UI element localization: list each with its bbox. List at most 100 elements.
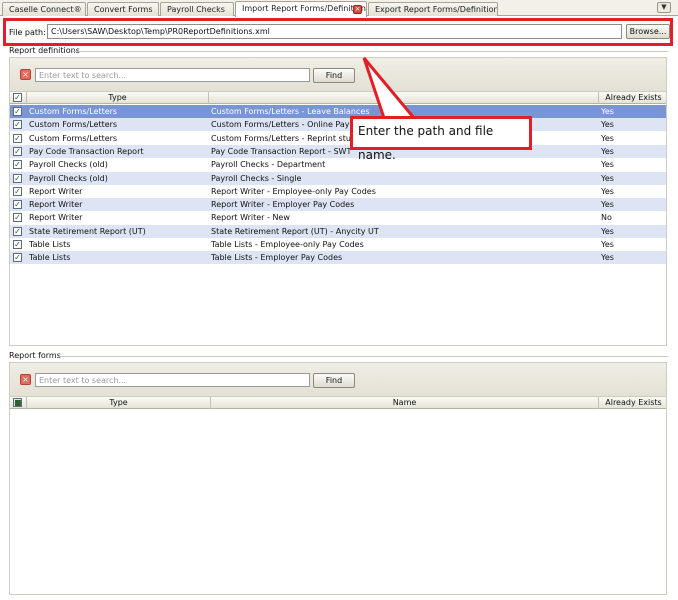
checkbox-icon[interactable]: ✓ [13, 253, 22, 263]
table-row[interactable]: ✓ Table Lists Table Lists - Employee-only … [10, 238, 666, 251]
table-row[interactable]: ✓ Custom Forms/Letters Custom Forms/Letter… [10, 132, 666, 145]
table-row[interactable]: ✓ Payroll Checks (old) Payroll Checks - Si… [10, 171, 666, 185]
tab-caselle-connect[interactable]: Caselle Connect® [2, 2, 86, 16]
checkbox-icon[interactable]: ✓ [13, 133, 22, 143]
column-header-already-exists[interactable]: Already Exists [599, 397, 668, 409]
report-forms-panel: × Find ■ Type Name Already Exists [9, 362, 667, 595]
type-cell: Payroll Checks (old) [29, 160, 108, 170]
group-divider [58, 356, 668, 357]
column-header-name[interactable]: Name [211, 397, 599, 409]
tab-export-report-forms[interactable]: Export Report Forms/Definitions [368, 2, 498, 16]
tab-convert-forms[interactable]: Convert Forms [87, 2, 159, 16]
checkbox-icon[interactable]: ■ [13, 398, 22, 407]
report-definitions-grid: ✓ Type Already Exists ✓ Custom Forms/Lett… [10, 92, 666, 345]
name-cell: Report Writer - Employee-only Pay Codes [211, 186, 376, 196]
checkbox-icon[interactable]: ✓ [13, 186, 22, 196]
clear-icon[interactable]: × [20, 374, 31, 385]
already-exists-cell: Yes [601, 226, 614, 236]
type-cell: Custom Forms/Letters [29, 120, 118, 130]
type-cell: Payroll Checks (old) [29, 173, 108, 183]
table-row[interactable]: ✓ Pay Code Transaction Report Pay Code Tra… [10, 144, 666, 158]
already-exists-cell: Yes [601, 133, 614, 143]
checkbox-icon[interactable]: ✓ [13, 146, 22, 156]
name-cell: Table Lists - Employee-only Pay Codes [211, 240, 364, 249]
clear-icon[interactable]: × [20, 69, 31, 80]
checkbox-icon[interactable]: ✓ [13, 107, 22, 116]
browse-button[interactable]: Browse... [626, 24, 670, 39]
type-cell: Custom Forms/Letters [29, 133, 118, 143]
checkbox-icon[interactable]: ✓ [13, 160, 22, 170]
already-exists-cell: Yes [601, 120, 614, 130]
search-bar: × Find [10, 363, 666, 397]
checkbox-icon[interactable]: ✓ [13, 226, 22, 236]
already-exists-cell: Yes [601, 173, 614, 183]
checkbox-icon[interactable]: ✓ [13, 173, 22, 183]
tab-label: Convert Forms [94, 5, 153, 14]
search-bar: × Find [10, 58, 666, 92]
chevron-down-icon[interactable]: ▼ [657, 2, 671, 13]
type-cell: Pay Code Transaction Report [29, 146, 144, 156]
file-path-row: File path: Browse... [4, 19, 672, 45]
name-cell: State Retirement Report (UT) - Anycity U… [211, 226, 379, 236]
group-divider [72, 51, 668, 52]
table-row[interactable]: ✓ Payroll Checks (old) Payroll Checks - De… [10, 158, 666, 171]
column-header-already-exists[interactable]: Already Exists [599, 92, 668, 104]
close-icon[interactable]: × [353, 5, 362, 14]
report-definitions-panel: × Find ✓ Type Already Exists ✓ Custom For… [9, 57, 667, 346]
name-cell: Payroll Checks - Department [211, 160, 326, 170]
tab-payroll-checks[interactable]: Payroll Checks [160, 2, 234, 16]
table-row[interactable]: ✓ Custom Forms/Letters Custom Forms/Letter… [10, 105, 666, 118]
table-row[interactable]: ✓ Report Writer Report Writer - Employee-o… [10, 185, 666, 198]
checkbox-icon[interactable]: ✓ [13, 93, 22, 102]
table-row[interactable]: ✓ Table Lists Table Lists - Employer Pay C… [10, 251, 666, 265]
already-exists-cell: Yes [601, 240, 614, 249]
column-header-type[interactable]: Type [27, 92, 209, 104]
grid-header: ■ Type Name Already Exists [10, 397, 666, 409]
checkbox-icon[interactable]: ✓ [13, 213, 22, 223]
name-cell: Table Lists - Employer Pay Codes [211, 253, 343, 263]
grid-header: ✓ Type Already Exists [10, 92, 666, 104]
table-row[interactable]: ✓ State Retirement Report (UT) State Retir… [10, 224, 666, 238]
tab-bar: Caselle Connect® Convert Forms Payroll C… [0, 0, 678, 17]
column-header-type[interactable]: Type [27, 397, 211, 409]
table-row[interactable]: ✓ Report Writer Report Writer - Employer P… [10, 198, 666, 212]
search-input[interactable] [35, 68, 310, 82]
already-exists-cell: Yes [601, 160, 614, 170]
table-row[interactable]: ✓ Custom Forms/Letters Custom Forms/Letter… [10, 118, 666, 132]
tab-label: Import Report Forms/Definitions [242, 4, 367, 13]
search-input[interactable] [35, 373, 310, 387]
name-cell: Report Writer - New [211, 213, 290, 223]
type-cell: Report Writer [29, 186, 83, 196]
already-exists-cell: Yes [601, 146, 614, 156]
find-button[interactable]: Find [313, 68, 355, 83]
type-cell: Custom Forms/Letters [29, 107, 118, 116]
name-cell: Payroll Checks - Single [211, 173, 302, 183]
tab-label: Caselle Connect® [9, 5, 82, 14]
name-cell: Report Writer - Employer Pay Codes [211, 200, 355, 210]
already-exists-cell: No [601, 213, 612, 223]
checkbox-icon[interactable]: ✓ [13, 200, 22, 210]
tab-label: Payroll Checks [167, 5, 225, 14]
type-cell: Report Writer [29, 213, 83, 223]
type-cell: Table Lists [29, 240, 71, 249]
already-exists-cell: Yes [601, 253, 614, 263]
already-exists-cell: Yes [601, 186, 614, 196]
find-button[interactable]: Find [313, 373, 355, 388]
header-checkbox-cell: ■ [10, 397, 27, 409]
already-exists-cell: Yes [601, 107, 614, 116]
callout-annotation: Enter the path and file name. [350, 116, 532, 162]
file-path-input[interactable] [47, 24, 622, 39]
type-cell: State Retirement Report (UT) [29, 226, 146, 236]
tab-import-report-forms[interactable]: Import Report Forms/Definitions × [235, 1, 367, 17]
file-path-label: File path: [9, 28, 46, 37]
report-forms-grid: ■ Type Name Already Exists [10, 397, 666, 594]
header-checkbox-cell: ✓ [10, 92, 27, 104]
tab-label: Export Report Forms/Definitions [375, 5, 498, 14]
checkbox-icon[interactable]: ✓ [13, 120, 22, 130]
table-row[interactable]: ✓ Report Writer Report Writer - New No [10, 211, 666, 224]
already-exists-cell: Yes [601, 200, 614, 210]
checkbox-icon[interactable]: ✓ [13, 240, 22, 249]
report-forms-title: Report forms [9, 351, 64, 360]
type-cell: Report Writer [29, 200, 83, 210]
column-header-name[interactable] [209, 92, 599, 104]
